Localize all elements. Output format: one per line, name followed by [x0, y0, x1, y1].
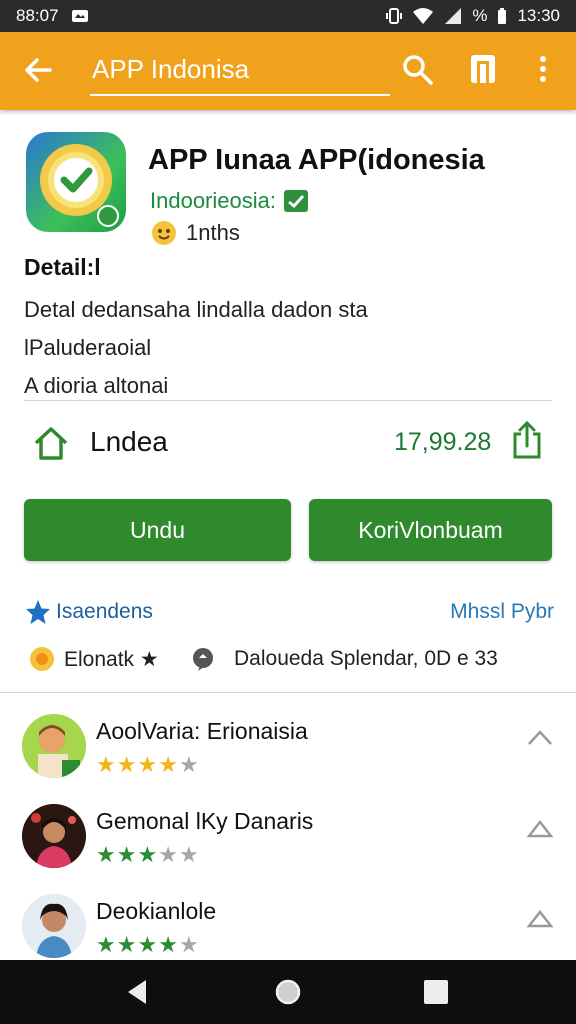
- reviewer-name: Deokianlole: [96, 898, 217, 924]
- detail-line: Detal dedansaha lindalla dadon sta: [24, 297, 368, 322]
- system-nav-bar: [0, 960, 576, 1024]
- verified-badge-icon: [283, 190, 308, 212]
- detail-line: A dioria altonai: [24, 373, 169, 398]
- secondary-action-button[interactable]: KoriVlonbuam: [309, 499, 552, 561]
- back-arrow-icon[interactable]: [20, 52, 56, 88]
- nav-home-icon[interactable]: [274, 978, 302, 1006]
- star-icon: [26, 600, 50, 624]
- star-filled: ★: [137, 932, 158, 957]
- primary-action-label: Undu: [130, 516, 185, 543]
- detail-section: Detail:l Detal dedansaha lindalla dadon …: [24, 254, 554, 399]
- install-count: 17,99.28: [394, 428, 492, 456]
- chevron-up-icon[interactable]: [526, 726, 554, 750]
- avatar: [22, 804, 86, 868]
- more-vert-icon[interactable]: [530, 52, 556, 86]
- signal-icon: [445, 8, 462, 24]
- chat-icon[interactable]: [190, 646, 216, 672]
- star-empty: ★: [178, 842, 199, 867]
- status-time-right: 13:30: [517, 6, 560, 25]
- vibrate-icon: [386, 8, 403, 24]
- nav-recent-icon[interactable]: [424, 980, 448, 1004]
- bookmark-icon[interactable]: [468, 52, 498, 86]
- home-icon[interactable]: [32, 424, 70, 462]
- star-empty: ★: [158, 842, 178, 867]
- triangle-up-icon[interactable]: [526, 906, 554, 930]
- star-filled: ★: [158, 752, 178, 777]
- battery-percent: %: [472, 6, 488, 25]
- triangle-up-icon[interactable]: [526, 816, 554, 840]
- review-stars: ★ ★ ★ ★ ★: [96, 754, 199, 776]
- secondary-action-label: KoriVlonbuam: [358, 516, 503, 543]
- install-row: Lndea 17,99.28: [24, 418, 552, 468]
- review-stars: ★ ★ ★ ★ ★: [96, 844, 199, 866]
- app-title: APP Iunaa APP(idonesia: [148, 144, 485, 176]
- detail-title: Detail:l: [24, 254, 101, 280]
- avatar: [22, 714, 86, 778]
- install-label: Lndea: [90, 426, 168, 457]
- avatar: [22, 894, 86, 958]
- smiley-icon: [152, 221, 176, 245]
- status-bar: 88:07 % 13:30: [0, 0, 576, 32]
- star-filled: ★: [96, 932, 116, 957]
- search-icon[interactable]: [400, 52, 434, 86]
- reviews-header: Isaendens Mhssl Pybr: [24, 598, 554, 628]
- reviewer-name: Gemonal lKy Danaris: [96, 808, 314, 834]
- review-item[interactable]: AoolVaria: Erionaisia ★ ★ ★ ★ ★: [0, 714, 576, 800]
- star-filled: ★: [116, 842, 137, 867]
- meta-text-1: Elonatk ★: [64, 648, 159, 671]
- star-filled: ★: [116, 932, 137, 957]
- rating-text: 1nths: [186, 220, 240, 245]
- star-empty: ★: [178, 932, 199, 957]
- app-bar: [0, 32, 576, 110]
- divider: [0, 692, 576, 693]
- star-filled: ★: [96, 842, 116, 867]
- meta-text-2: Daloueda Splendar, 0D e 33: [234, 647, 498, 670]
- search-field[interactable]: [90, 46, 390, 96]
- star-empty: ★: [178, 752, 199, 777]
- nav-back-icon[interactable]: [124, 978, 150, 1006]
- search-input[interactable]: [90, 46, 390, 92]
- review-stars: ★ ★ ★ ★ ★: [96, 934, 199, 956]
- detail-line: lPaluderaoial: [24, 335, 152, 360]
- meta-row: Elonatk ★ Daloueda Splendar, 0D e 33: [24, 644, 552, 674]
- primary-action-button[interactable]: Undu: [24, 499, 291, 561]
- review-item[interactable]: Gemonal lKy Danaris ★ ★ ★ ★ ★: [0, 804, 576, 890]
- app-developer[interactable]: Indoorieosia:: [150, 188, 308, 214]
- star-filled: ★: [158, 932, 178, 957]
- reviews-label: Isaendens: [56, 600, 153, 623]
- share-icon[interactable]: [510, 420, 544, 460]
- app-icon: [26, 132, 126, 232]
- app-logo-icon: [40, 144, 119, 227]
- app-rating: 1nths: [152, 220, 240, 246]
- reviews-link[interactable]: Mhssl Pybr: [450, 600, 554, 624]
- star-filled: ★: [116, 752, 137, 777]
- star-filled: ★: [96, 752, 116, 777]
- star-filled: ★: [137, 842, 158, 867]
- divider: [24, 400, 552, 401]
- status-time-left: 88:07: [16, 6, 59, 25]
- notification-icon: [71, 10, 88, 22]
- developer-name[interactable]: Indoorieosia:: [150, 188, 276, 214]
- wifi-icon: [413, 8, 434, 24]
- coin-icon: [30, 647, 54, 671]
- app-header: APP Iunaa APP(idonesia Indoorieosia: 1nt…: [0, 118, 576, 248]
- reviewer-name: AoolVaria: Erionaisia: [96, 718, 308, 744]
- star-filled: ★: [137, 752, 158, 777]
- battery-icon: [498, 8, 507, 24]
